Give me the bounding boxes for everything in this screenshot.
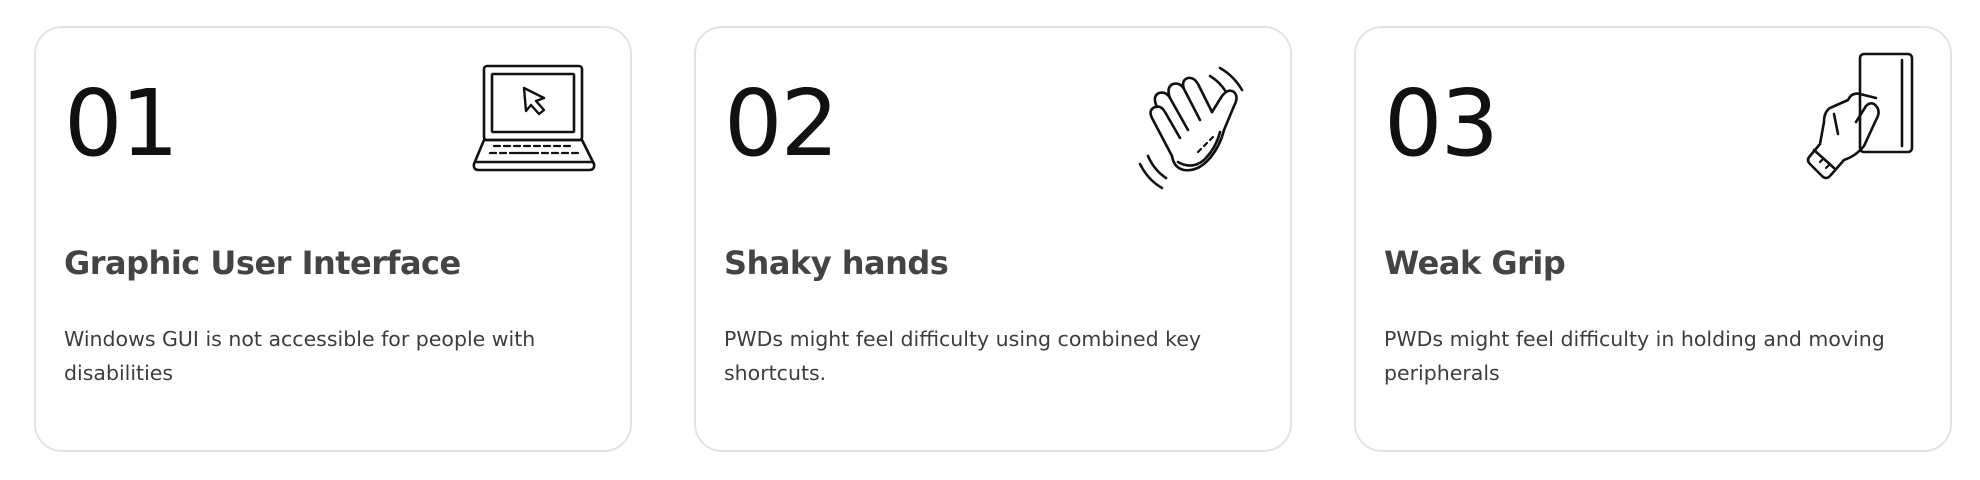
card-description: PWDs might feel difficulty in holding an… [1384, 327, 1885, 385]
card-graphic-user-interface: 01 Graphic User Interface Windows GUI is… [34, 26, 632, 452]
card-title: Shaky hands [724, 244, 949, 282]
card-number: 02 [724, 70, 839, 177]
card-number: 01 [64, 70, 179, 177]
card-description: PWDs might feel difficulty using combine… [724, 327, 1202, 385]
card-title: Graphic User Interface [64, 244, 461, 282]
card-title: Weak Grip [1384, 244, 1566, 282]
card-number: 03 [1384, 70, 1499, 177]
card-description: Windows GUI is not accessible for people… [64, 327, 536, 385]
waving-hand-icon [1128, 60, 1268, 200]
card-shaky-hands: 02 Shaky hands PWDs might feel difficult… [694, 26, 1292, 452]
hand-holding-device-icon [1790, 50, 1930, 190]
feature-cards: 01 Graphic User Interface Windows GUI is… [34, 26, 1952, 452]
laptop-cursor-icon [464, 52, 604, 192]
card-weak-grip: 03 Weak Grip PWDs might feel difficulty … [1354, 26, 1952, 452]
